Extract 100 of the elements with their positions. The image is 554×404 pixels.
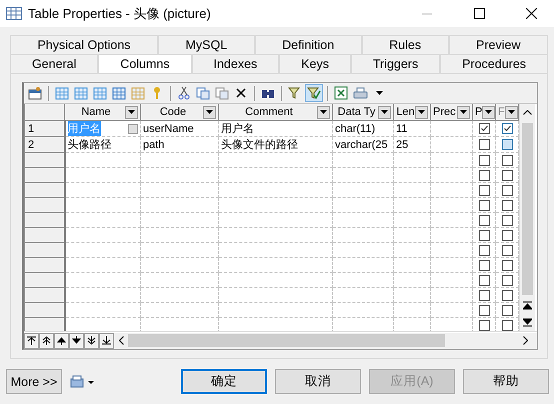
table-cell[interactable]: 头像路径 xyxy=(64,136,140,152)
row-number xyxy=(24,228,64,242)
dropdown-icon[interactable] xyxy=(203,106,216,118)
column-header[interactable]: Prec xyxy=(430,104,472,120)
dropdown-icon[interactable] xyxy=(317,106,330,118)
checkbox[interactable] xyxy=(478,244,490,256)
checkbox[interactable] xyxy=(478,304,490,316)
filter-icon xyxy=(288,86,302,100)
table-cell: userName xyxy=(140,120,218,136)
tab[interactable]: Physical Options xyxy=(10,35,158,54)
table-cell: 头像文件的路径 xyxy=(218,136,332,152)
spreadsheet-icon xyxy=(334,86,348,100)
checkbox[interactable] xyxy=(502,200,512,211)
arrow-icon xyxy=(27,336,36,345)
checkbox[interactable] xyxy=(478,290,490,301)
arrow-button[interactable] xyxy=(24,332,39,348)
dropdown-icon[interactable] xyxy=(378,106,391,118)
dialog-button[interactable]: 帮助 xyxy=(463,369,549,394)
row-number xyxy=(24,212,64,228)
tab[interactable]: Columns xyxy=(98,54,192,73)
checkbox[interactable] xyxy=(502,230,512,241)
properties-icon xyxy=(28,86,42,100)
arrow-icon xyxy=(72,336,81,345)
checkbox[interactable] xyxy=(478,123,490,134)
filter-icon xyxy=(307,86,321,100)
row-number xyxy=(24,302,64,318)
checkbox[interactable] xyxy=(478,139,490,150)
horizontal-scrollbar[interactable] xyxy=(114,332,537,348)
checkbox[interactable] xyxy=(502,304,512,316)
column-header[interactable]: Len xyxy=(394,104,430,120)
checkbox[interactable] xyxy=(502,244,512,256)
tab[interactable]: Procedures xyxy=(440,54,548,73)
column-header[interactable]: Name xyxy=(64,104,140,120)
checkbox[interactable] xyxy=(502,123,512,134)
tab[interactable]: Keys xyxy=(279,54,351,73)
tab[interactable]: Rules xyxy=(362,35,449,54)
scroll-top-icon xyxy=(523,301,532,310)
checkbox[interactable] xyxy=(478,274,490,286)
column-header[interactable]: P xyxy=(472,104,496,120)
tab[interactable]: MySQL xyxy=(158,35,255,54)
table-cell: 11 xyxy=(394,120,430,136)
checkbox[interactable] xyxy=(502,139,512,150)
row-number xyxy=(24,272,64,288)
arrow-button[interactable] xyxy=(69,332,84,348)
arrow-button[interactable] xyxy=(54,332,69,348)
checkbox[interactable] xyxy=(502,154,512,166)
arrow-button[interactable] xyxy=(84,332,99,348)
checkbox[interactable] xyxy=(502,214,512,226)
dialog-button[interactable]: 取消 xyxy=(275,369,361,394)
arrow-button[interactable] xyxy=(99,332,114,348)
table-cell: path xyxy=(140,136,218,152)
printer-icon[interactable] xyxy=(70,374,96,388)
column-header[interactable]: Data Ty xyxy=(332,104,394,120)
row-number xyxy=(24,152,64,168)
row-number xyxy=(24,288,64,302)
checkbox[interactable] xyxy=(478,184,490,196)
row-number: 1 xyxy=(24,120,64,136)
toolbar-button[interactable] xyxy=(26,84,44,102)
checkbox[interactable] xyxy=(502,290,512,301)
column-header[interactable]: Comment xyxy=(218,104,332,120)
vertical-scrollbar[interactable] xyxy=(519,104,535,331)
checkbox[interactable] xyxy=(502,274,512,286)
chevron-left-icon xyxy=(118,336,124,344)
dropdown-icon[interactable] xyxy=(125,106,138,118)
checkbox[interactable] xyxy=(502,170,512,181)
table-icon xyxy=(131,86,145,100)
scissors-icon xyxy=(178,86,190,100)
dialog-button[interactable]: 确定 xyxy=(181,369,267,394)
arrow-button[interactable] xyxy=(39,332,54,348)
copy-icon xyxy=(196,86,210,100)
dropdown-icon[interactable] xyxy=(457,106,470,118)
delete-icon xyxy=(235,87,247,99)
scroll-bottom-icon xyxy=(523,318,532,327)
checkbox[interactable] xyxy=(478,230,490,241)
checkbox[interactable] xyxy=(478,320,490,331)
checkbox[interactable] xyxy=(502,184,512,196)
tab[interactable]: Triggers xyxy=(350,54,440,73)
checkbox[interactable] xyxy=(478,214,490,226)
arrow-icon xyxy=(42,336,51,345)
column-header[interactable]: Code xyxy=(140,104,218,120)
checkbox[interactable] xyxy=(502,260,512,271)
row-number xyxy=(24,318,64,331)
dropdown-icon[interactable] xyxy=(415,106,428,118)
tab[interactable]: Indexes xyxy=(192,54,280,73)
tab[interactable]: General xyxy=(10,54,98,73)
key-icon xyxy=(151,86,163,100)
checkbox[interactable] xyxy=(478,154,490,166)
table-cell: char(11) xyxy=(332,120,394,136)
tab[interactable]: Definition xyxy=(254,35,362,54)
table-icon xyxy=(74,86,88,100)
table-icon xyxy=(112,86,126,100)
dropdown-icon[interactable] xyxy=(504,106,518,118)
table-cell: varchar(25 xyxy=(332,136,394,152)
checkbox[interactable] xyxy=(478,260,490,271)
dropdown-icon[interactable] xyxy=(482,106,494,118)
checkbox[interactable] xyxy=(478,200,490,211)
dialog-button[interactable]: More >> xyxy=(6,369,62,394)
tab[interactable]: Preview xyxy=(448,35,548,54)
checkbox[interactable] xyxy=(478,170,490,181)
checkbox[interactable] xyxy=(502,320,512,331)
